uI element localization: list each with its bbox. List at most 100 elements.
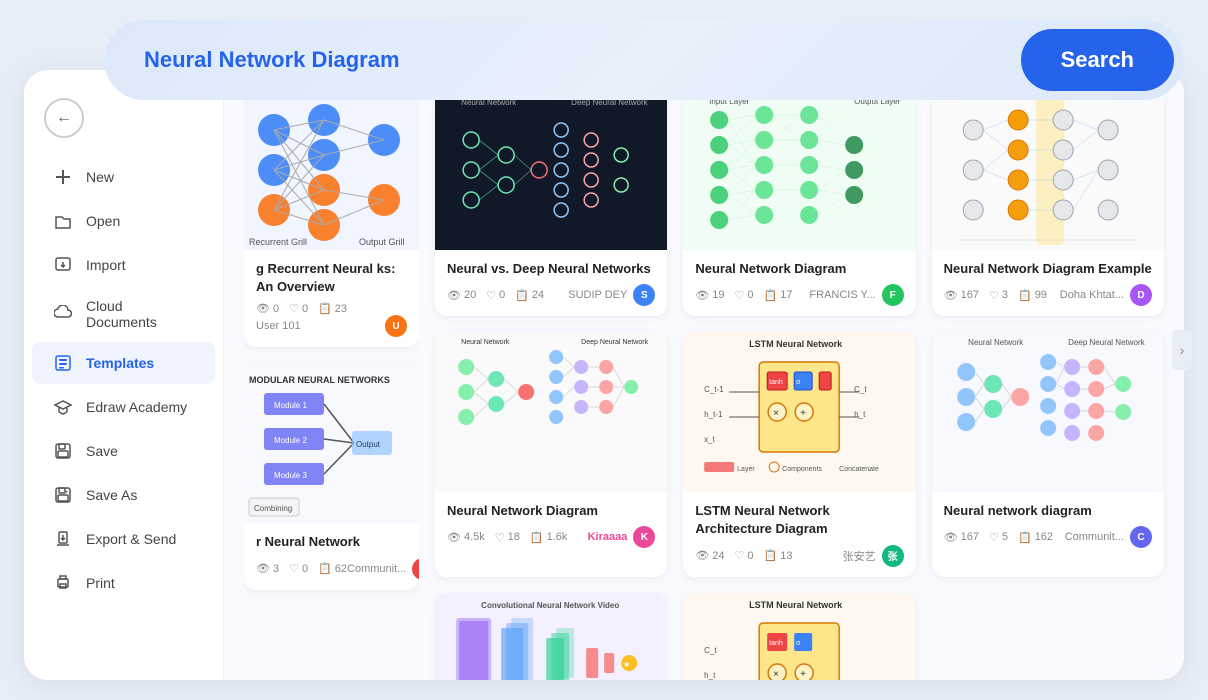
back-button[interactable]: ← bbox=[44, 98, 84, 138]
svg-text:C_t: C_t bbox=[704, 646, 717, 655]
card-title-1: g Recurrent Neural ks: An Overview bbox=[256, 260, 407, 296]
stat-views-1: 👁 0 bbox=[256, 302, 279, 315]
svg-text:LSTM Neural Network: LSTM Neural Network bbox=[749, 339, 843, 349]
svg-text:★: ★ bbox=[623, 660, 630, 669]
academy-icon bbox=[52, 396, 74, 418]
avatar-1: U bbox=[385, 315, 407, 337]
svg-text:h_t-1: h_t-1 bbox=[704, 410, 723, 419]
avatar-3: F bbox=[882, 284, 904, 306]
svg-text:C_t-1: C_t-1 bbox=[704, 385, 724, 394]
card-2[interactable]: Neural Network Deep Neural Network bbox=[435, 90, 667, 316]
svg-text:+: + bbox=[800, 408, 806, 419]
sidebar-item-export[interactable]: Export & Send bbox=[32, 518, 215, 560]
card-4[interactable]: Neural Network Diagram Example 👁 167 ♡ 3… bbox=[932, 90, 1164, 316]
sidebar-item-cloud[interactable]: Cloud Documents bbox=[32, 288, 215, 340]
main-card: ← New Open Import bbox=[24, 70, 1184, 680]
card-meta-1: 👁 0 ♡ 0 📋 23 bbox=[256, 302, 407, 315]
card-title-5: r Neural Network bbox=[256, 533, 407, 551]
stat-copies-1: 📋 23 bbox=[318, 302, 347, 315]
svg-text:Deep Neural Network: Deep Neural Network bbox=[1068, 338, 1145, 347]
svg-text:+: + bbox=[800, 669, 806, 680]
card-meta-4: 👁 167 ♡ 3 📋 99 Doha Khtat... D bbox=[944, 284, 1152, 306]
svg-text:LSTM Neural Network: LSTM Neural Network bbox=[749, 600, 843, 610]
svg-text:×: × bbox=[773, 669, 779, 680]
sidebar-label-open: Open bbox=[86, 213, 120, 229]
svg-text:Module 2: Module 2 bbox=[274, 436, 307, 445]
sidebar-label-academy: Edraw Academy bbox=[86, 399, 187, 415]
card-6[interactable]: Neural Network Deep Neural Network bbox=[435, 332, 667, 576]
sidebar-item-import[interactable]: Import bbox=[32, 244, 215, 286]
search-input[interactable] bbox=[144, 47, 1021, 73]
save-icon bbox=[52, 440, 74, 462]
card-author-3: FRANCIS Y... F bbox=[809, 284, 903, 306]
card-stats-7: 👁 24 ♡ 0 📋 13 bbox=[695, 549, 792, 562]
svg-text:Neural Network: Neural Network bbox=[461, 339, 510, 346]
avatar-4: D bbox=[1130, 284, 1152, 306]
sidebar-item-saveas[interactable]: + Save As bbox=[32, 474, 215, 516]
svg-text:Recurrent Grill: Recurrent Grill bbox=[249, 237, 307, 247]
svg-text:Components: Components bbox=[782, 466, 822, 473]
svg-text:+: + bbox=[65, 490, 69, 496]
svg-text:tanh: tanh bbox=[769, 379, 783, 386]
svg-text:×: × bbox=[773, 408, 779, 419]
card-stats-5: 👁 3 ♡ 0 📋 62 bbox=[256, 562, 347, 575]
svg-text:tanh: tanh bbox=[769, 640, 783, 647]
saveas-icon: + bbox=[52, 484, 74, 506]
svg-text:Neural Network: Neural Network bbox=[968, 338, 1024, 347]
card-title-6: Neural Network Diagram bbox=[447, 502, 655, 520]
card-9[interactable]: Convolutional Neural Network Video bbox=[435, 593, 667, 680]
svg-text:σ: σ bbox=[796, 379, 801, 386]
avatar-6: K bbox=[633, 526, 655, 548]
card-title-8: Neural network diagram bbox=[944, 502, 1152, 520]
sidebar-item-save[interactable]: Save bbox=[32, 430, 215, 472]
svg-text:Output Grill: Output Grill bbox=[359, 237, 405, 247]
sidebar-item-open[interactable]: Open bbox=[32, 200, 215, 242]
card-author-6: Kiraaaa K bbox=[588, 526, 656, 548]
card-7[interactable]: LSTM Neural Network tanh σ bbox=[683, 332, 915, 576]
card-8[interactable]: Neural Network Deep Neural Network bbox=[932, 332, 1164, 576]
card-lstm-bottom[interactable]: LSTM Neural Network tanh σ × + C_t bbox=[683, 593, 915, 680]
export-icon bbox=[52, 528, 74, 550]
card-author-4: Doha Khtat... D bbox=[1060, 284, 1152, 306]
card-author-7: 张安艺 张 bbox=[843, 545, 904, 567]
cards-layout: Recurrent Grill Output Grill g Recurrent… bbox=[244, 90, 1164, 680]
avatar-7: 张 bbox=[882, 545, 904, 567]
svg-text:MODULAR NEURAL NETWORKS: MODULAR NEURAL NETWORKS bbox=[249, 375, 390, 385]
card-meta-2: 👁 20 ♡ 0 📋 24 SUDIP DEY S bbox=[447, 284, 655, 306]
card-partial-5[interactable]: MODULAR NEURAL NETWORKS Module 1 Module … bbox=[244, 363, 419, 589]
avatar-8: C bbox=[1130, 526, 1152, 548]
sidebar-item-new[interactable]: New bbox=[32, 156, 215, 198]
card-partial-1[interactable]: Recurrent Grill Output Grill g Recurrent… bbox=[244, 90, 419, 347]
sidebar-label-templates: Templates bbox=[86, 355, 154, 371]
search-bar: Search bbox=[104, 20, 1184, 100]
author-name-1: User 101 bbox=[256, 320, 379, 332]
cloud-icon bbox=[52, 303, 74, 325]
search-button[interactable]: Search bbox=[1021, 29, 1174, 91]
import-icon bbox=[52, 254, 74, 276]
card-title-2: Neural vs. Deep Neural Networks bbox=[447, 260, 655, 278]
card-meta-5: 👁 3 ♡ 0 📋 62 Communit... C bbox=[256, 558, 407, 580]
sidebar-item-print[interactable]: Print bbox=[32, 562, 215, 604]
card-author-2: SUDIP DEY S bbox=[568, 284, 655, 306]
svg-text:Concatenate: Concatenate bbox=[839, 466, 879, 473]
card-author-1: User 101 U bbox=[256, 315, 407, 337]
sidebar-label-new: New bbox=[86, 169, 114, 185]
sidebar-label-print: Print bbox=[86, 575, 115, 591]
card-stats-1: 👁 0 ♡ 0 📋 23 bbox=[256, 302, 347, 315]
avatar-2: S bbox=[633, 284, 655, 306]
svg-text:h_t: h_t bbox=[854, 410, 866, 419]
sidebar-item-templates[interactable]: Templates bbox=[32, 342, 215, 384]
sidebar-item-academy[interactable]: Edraw Academy bbox=[32, 386, 215, 428]
card-3[interactable]: Input Layer Output Layer bbox=[683, 90, 915, 316]
card-stats-2: 👁 20 ♡ 0 📋 24 bbox=[447, 289, 544, 302]
card-meta-8: 👁 167 ♡ 5 📋 162 Communit... C bbox=[944, 526, 1152, 548]
card-meta-3: 👁 19 ♡ 0 📋 17 FRANCIS Y... F bbox=[695, 284, 903, 306]
svg-text:Deep Neural Network: Deep Neural Network bbox=[581, 339, 648, 346]
avatar-5: C bbox=[412, 558, 419, 580]
main-grid: Neural Network Deep Neural Network bbox=[435, 90, 1164, 680]
svg-text:Module 3: Module 3 bbox=[274, 471, 307, 480]
card-stats-6: 👁 4.5k ♡ 18 📋 1.6k bbox=[447, 531, 567, 544]
sidebar-label-save: Save bbox=[86, 443, 118, 459]
card-title-3: Neural Network Diagram bbox=[695, 260, 903, 278]
card-stats-8: 👁 167 ♡ 5 📋 162 bbox=[944, 531, 1053, 544]
